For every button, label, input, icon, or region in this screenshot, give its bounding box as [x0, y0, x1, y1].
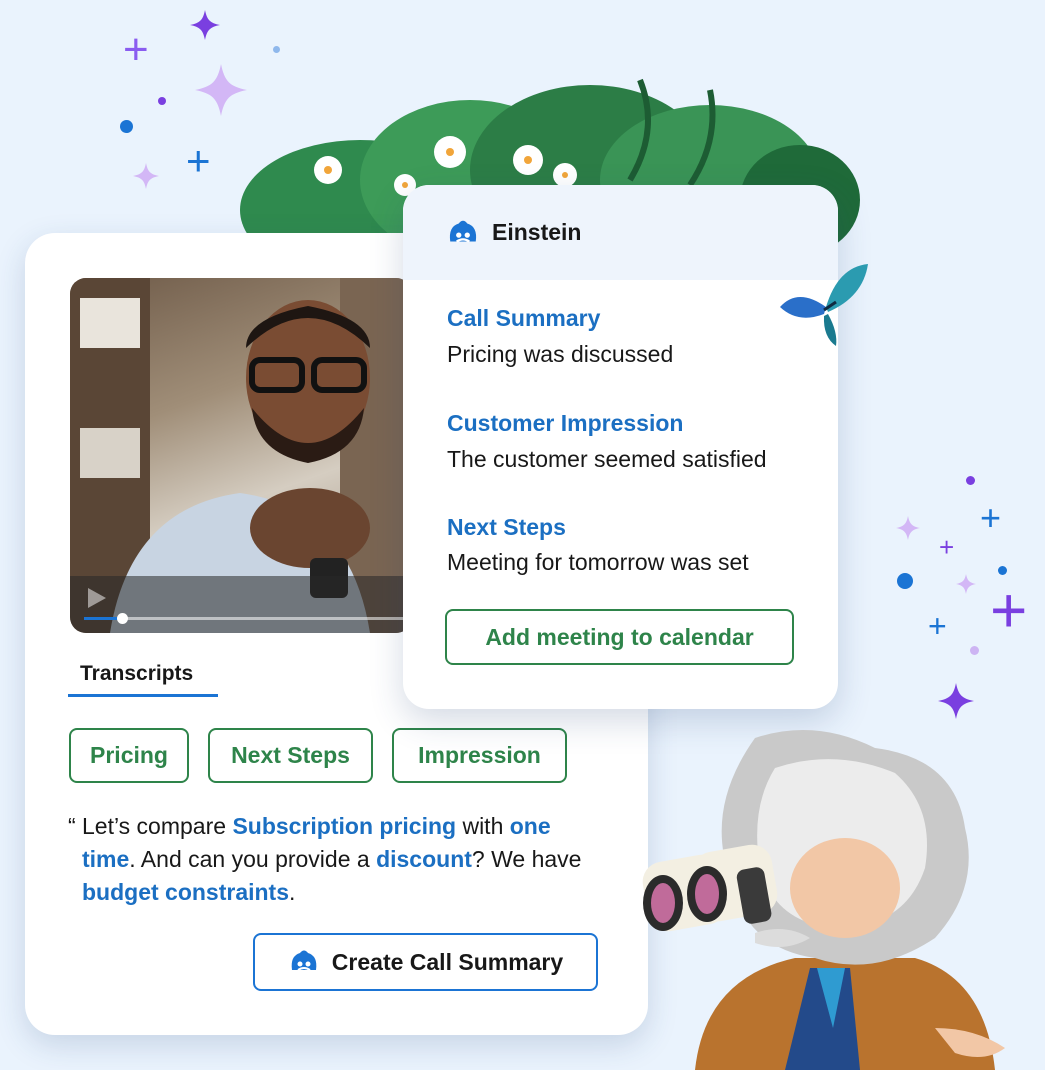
video-progress-track[interactable]: [84, 617, 404, 620]
sparkle-plus: +: [928, 608, 947, 644]
einstein-title: Einstein: [492, 219, 582, 245]
sparkle-plus: +: [123, 25, 149, 74]
tab-transcripts[interactable]: Transcripts: [80, 662, 193, 686]
sparkle-icon: [896, 516, 920, 540]
play-icon[interactable]: [88, 588, 106, 608]
sparkle-icon: [938, 683, 974, 719]
video-player[interactable]: [70, 278, 412, 633]
sparkle-icon: [190, 10, 220, 40]
einstein-icon: [449, 220, 477, 242]
next-steps-text: Meeting for tomorrow was set: [447, 549, 749, 575]
sparkle-dot: [120, 120, 133, 133]
customer-impression-text: The customer seemed satisfied: [447, 446, 767, 472]
transcript-segment: . And can you provide a: [129, 846, 377, 872]
sparkle-icon: [956, 574, 976, 594]
sparkle-plus: +: [939, 532, 955, 562]
tab-underline: [68, 694, 218, 697]
open-quote: “: [68, 813, 76, 839]
sparkle-plus: +: [990, 574, 1028, 646]
chip-next-steps[interactable]: Next Steps: [208, 728, 373, 783]
chip-pricing[interactable]: Pricing: [69, 728, 189, 783]
transcript-keyword[interactable]: Subscription pricing: [232, 813, 456, 839]
einstein-mascot: [642, 730, 1005, 1070]
transcript-text: “ Let’s compare Subscription pricing wit…: [68, 810, 608, 909]
transcript-keyword[interactable]: budget constraints: [82, 879, 289, 905]
customer-impression-heading: Customer Impression: [447, 410, 684, 436]
add-meeting-to-calendar-button[interactable]: Add meeting to calendar: [445, 609, 794, 665]
transcript-segment: with: [456, 813, 510, 839]
sparkle-plus: +: [186, 137, 211, 184]
transcript-segment: .: [289, 879, 296, 905]
sparkle-icon: [133, 163, 159, 189]
einstein-header: Einstein: [403, 185, 838, 280]
einstein-icon: [291, 950, 317, 971]
butterfly-icon: [780, 264, 868, 346]
create-call-summary-button[interactable]: Create Call Summary: [253, 933, 598, 991]
next-steps-heading: Next Steps: [447, 514, 566, 540]
sparkle-dot: [970, 646, 979, 655]
call-summary-text: Pricing was discussed: [447, 341, 674, 367]
transcript-segment: Let’s compare: [82, 813, 233, 839]
sparkle-dot: [897, 573, 913, 589]
sparkle-dot: [273, 46, 280, 53]
create-call-summary-label: Create Call Summary: [331, 948, 564, 975]
transcript-segment: ? We have: [471, 846, 582, 872]
einstein-summary-card: Einstein Call Summary Pricing was discus…: [403, 185, 838, 709]
sparkle-dot: [158, 97, 166, 105]
sparkle-dot: [966, 476, 975, 485]
transcript-keyword[interactable]: discount: [376, 846, 472, 872]
call-summary-heading: Call Summary: [447, 305, 601, 331]
sparkle-plus: +: [980, 497, 1002, 538]
video-controls: [70, 576, 412, 633]
chip-impression[interactable]: Impression: [392, 728, 567, 783]
